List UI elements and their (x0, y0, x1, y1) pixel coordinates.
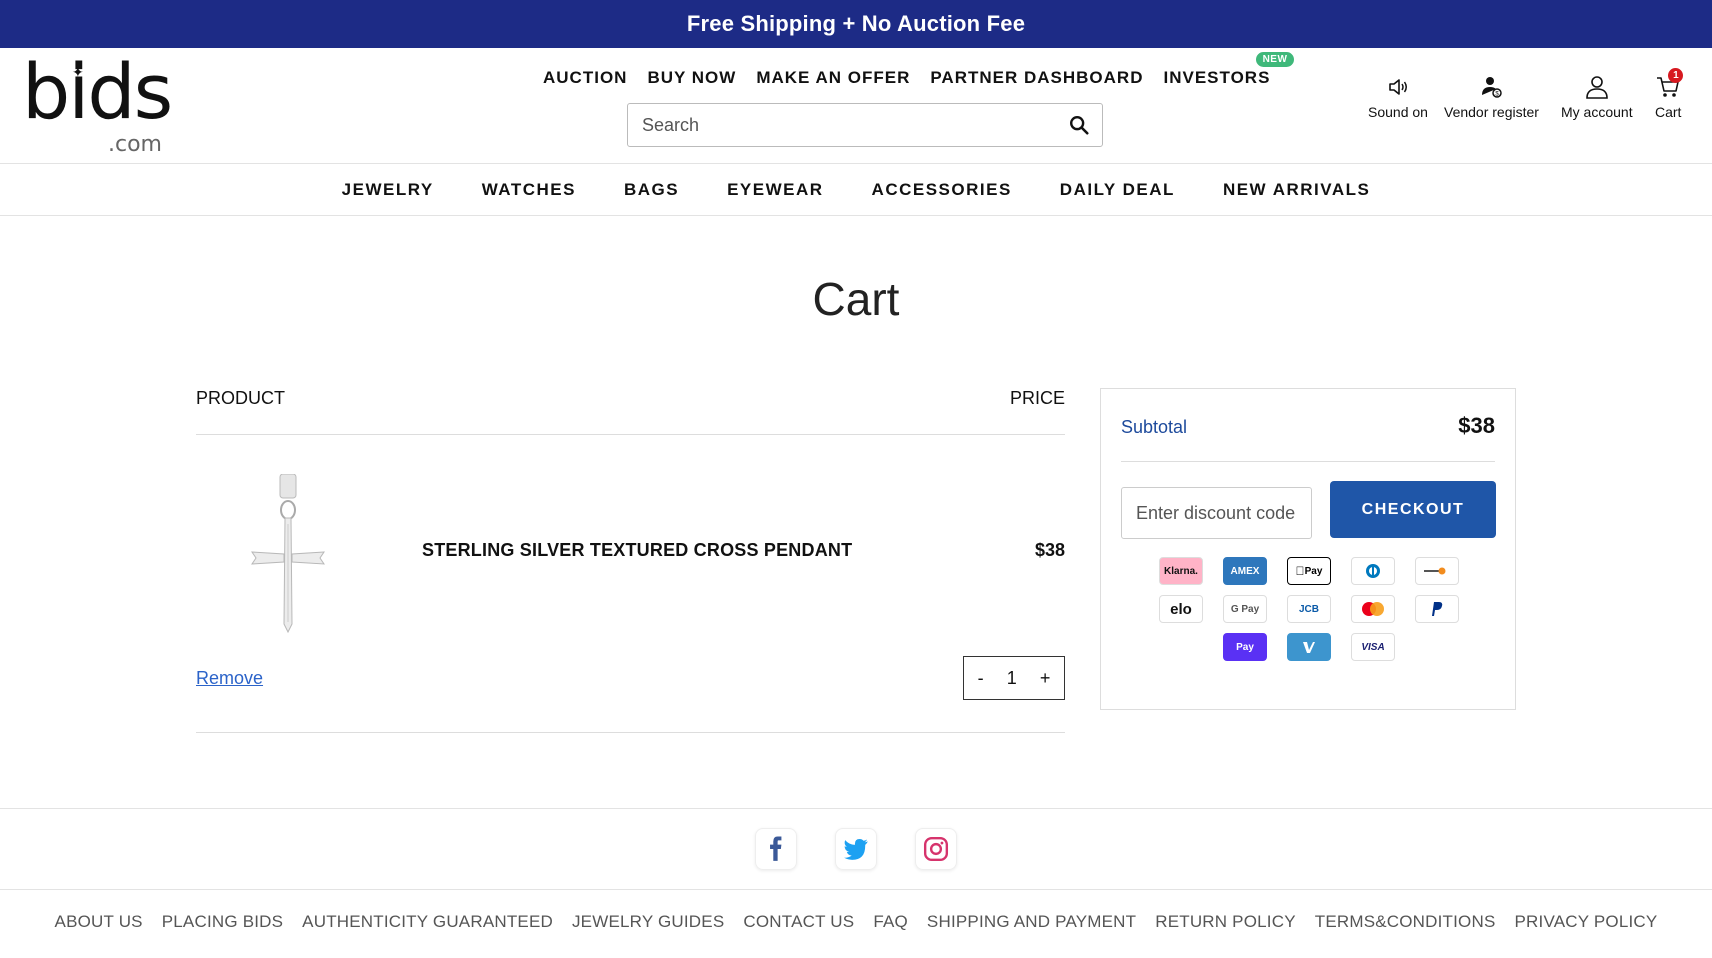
klarna-icon: Klarna. (1159, 557, 1203, 585)
footer-privacy-policy[interactable]: PRIVACY POLICY (1515, 912, 1658, 932)
paypal-icon (1415, 595, 1459, 623)
vendor-label: Vendor register (1444, 104, 1539, 120)
header-divider (196, 434, 1065, 435)
subtotal-label: Subtotal (1121, 417, 1188, 437)
checkout-button[interactable]: CHECKOUT (1330, 481, 1496, 538)
search-box (627, 103, 1103, 147)
vendor-register[interactable]: $ Vendor register (1444, 74, 1539, 120)
column-header-price: PRICE (1009, 388, 1065, 408)
search-input[interactable] (628, 114, 1048, 136)
apple-pay-label: Pay (1300, 565, 1323, 577)
promo-bar: Free Shipping + No Auction Fee (0, 0, 1712, 48)
discover-icon (1415, 557, 1459, 585)
category-jewelry[interactable]: JEWELRY (342, 180, 434, 200)
twitter-icon (844, 839, 868, 860)
remove-link[interactable]: Remove (196, 668, 263, 689)
nav-partner-dashboard[interactable]: PARTNER DASHBOARD (930, 68, 1143, 88)
account-label: My account (1561, 104, 1633, 120)
klarna-label: Klarna. (1164, 565, 1198, 577)
vendor-icon: $ (1482, 77, 1503, 98)
mastercard-icon (1351, 595, 1395, 623)
speaker-icon (1389, 79, 1407, 95)
product-image[interactable] (248, 474, 328, 634)
instagram-icon (923, 836, 949, 862)
nav-investors[interactable]: INVESTORS NEW (1163, 52, 1295, 88)
header: bids ✦ .com AUCTION BUY NOW MAKE AN OFFE… (0, 48, 1712, 164)
product-name[interactable]: STERLING SILVER TEXTURED CROSS PENDANT (422, 540, 852, 561)
new-badge: NEW (1255, 52, 1295, 67)
logo-sub: .com (108, 132, 162, 157)
visa-label: VISA (1361, 641, 1385, 653)
apple-pay-icon: Pay (1287, 557, 1331, 585)
user-icon (1585, 76, 1608, 99)
discount-code-input[interactable] (1121, 487, 1312, 539)
amex-label: AMEX (1230, 565, 1260, 577)
nav-make-an-offer[interactable]: MAKE AN OFFER (756, 68, 910, 88)
quantity-stepper: - 1 + (963, 656, 1065, 700)
cart-link[interactable]: 1 Cart (1655, 68, 1684, 120)
category-bags[interactable]: BAGS (624, 180, 679, 200)
logo-star-icon: ✦ (72, 64, 84, 80)
row-divider (196, 732, 1065, 733)
my-account[interactable]: My account (1561, 74, 1633, 120)
venmo-icon (1287, 633, 1331, 661)
order-summary: Subtotal $38 CHECKOUT Klarna. AMEX Pay … (1100, 388, 1516, 710)
nav-auction[interactable]: AUCTION (543, 68, 627, 88)
summary-divider (1121, 461, 1495, 462)
instagram-link[interactable] (915, 828, 957, 870)
jcb-icon: JCB (1287, 595, 1331, 623)
product-price: $38 (1034, 540, 1065, 560)
nav-buy-now[interactable]: BUY NOW (647, 68, 736, 88)
google-pay-label: G Pay (1230, 603, 1260, 615)
footer-contact-us[interactable]: CONTACT US (743, 912, 854, 932)
footer-terms-conditions[interactable]: TERMS&CONDITIONS (1315, 912, 1496, 932)
nav-investors-label: INVESTORS (1163, 68, 1271, 87)
promo-text: Free Shipping + No Auction Fee (686, 11, 1026, 36)
quantity-increase-button[interactable]: + (1036, 668, 1055, 689)
column-header-product: PRODUCT (196, 388, 285, 408)
amex-icon: AMEX (1223, 557, 1267, 585)
twitter-link[interactable] (835, 828, 877, 870)
logo[interactable]: bids ✦ .com (22, 54, 182, 156)
footer-faq[interactable]: FAQ (873, 912, 908, 932)
sound-toggle[interactable]: Sound on (1368, 74, 1428, 120)
visa-icon: VISA (1351, 633, 1395, 661)
top-nav: AUCTION BUY NOW MAKE AN OFFER PARTNER DA… (543, 52, 1295, 88)
category-watches[interactable]: WATCHES (482, 180, 576, 200)
sound-label: Sound on (1368, 104, 1428, 120)
quantity-decrease-button[interactable]: - (974, 668, 988, 689)
google-pay-icon: G Pay (1223, 595, 1267, 623)
subtotal-value: $38 (1458, 413, 1495, 438)
shop-pay-label: Pay (1236, 641, 1254, 653)
cart-label: Cart (1655, 104, 1682, 120)
search-icon[interactable] (1068, 114, 1090, 136)
footer-shipping-and-payment[interactable]: SHIPPING AND PAYMENT (927, 912, 1136, 932)
elo-label: elo (1170, 600, 1192, 618)
shop-pay-icon: Pay (1223, 633, 1267, 661)
footer-about-us[interactable]: ABOUT US (55, 912, 143, 932)
logo-main: bids (22, 47, 173, 136)
footer-links: ABOUT US PLACING BIDS AUTHENTICITY GUARA… (0, 912, 1712, 932)
category-accessories[interactable]: ACCESSORIES (872, 180, 1012, 200)
category-daily-deal[interactable]: DAILY DEAL (1060, 180, 1175, 200)
social-links (0, 808, 1712, 890)
jcb-label: JCB (1298, 603, 1319, 615)
facebook-link[interactable] (755, 828, 797, 870)
page-title: Cart (812, 273, 900, 325)
quantity-value[interactable]: 1 (1007, 668, 1017, 689)
category-new-arrivals[interactable]: NEW ARRIVALS (1223, 180, 1370, 200)
elo-icon: elo (1159, 595, 1203, 623)
diners-icon (1351, 557, 1395, 585)
footer-return-policy[interactable]: RETURN POLICY (1155, 912, 1296, 932)
category-nav: JEWELRY WATCHES BAGS EYEWEAR ACCESSORIES… (0, 164, 1712, 216)
footer-placing-bids[interactable]: PLACING BIDS (162, 912, 283, 932)
footer-authenticity-guaranteed[interactable]: AUTHENTICITY GUARANTEED (302, 912, 553, 932)
footer-jewelry-guides[interactable]: JEWELRY GUIDES (572, 912, 724, 932)
payment-methods: Klarna. AMEX Pay elo G Pay JCB Pay (1157, 557, 1461, 671)
facebook-icon (770, 836, 782, 861)
category-eyewear[interactable]: EYEWEAR (727, 180, 823, 200)
